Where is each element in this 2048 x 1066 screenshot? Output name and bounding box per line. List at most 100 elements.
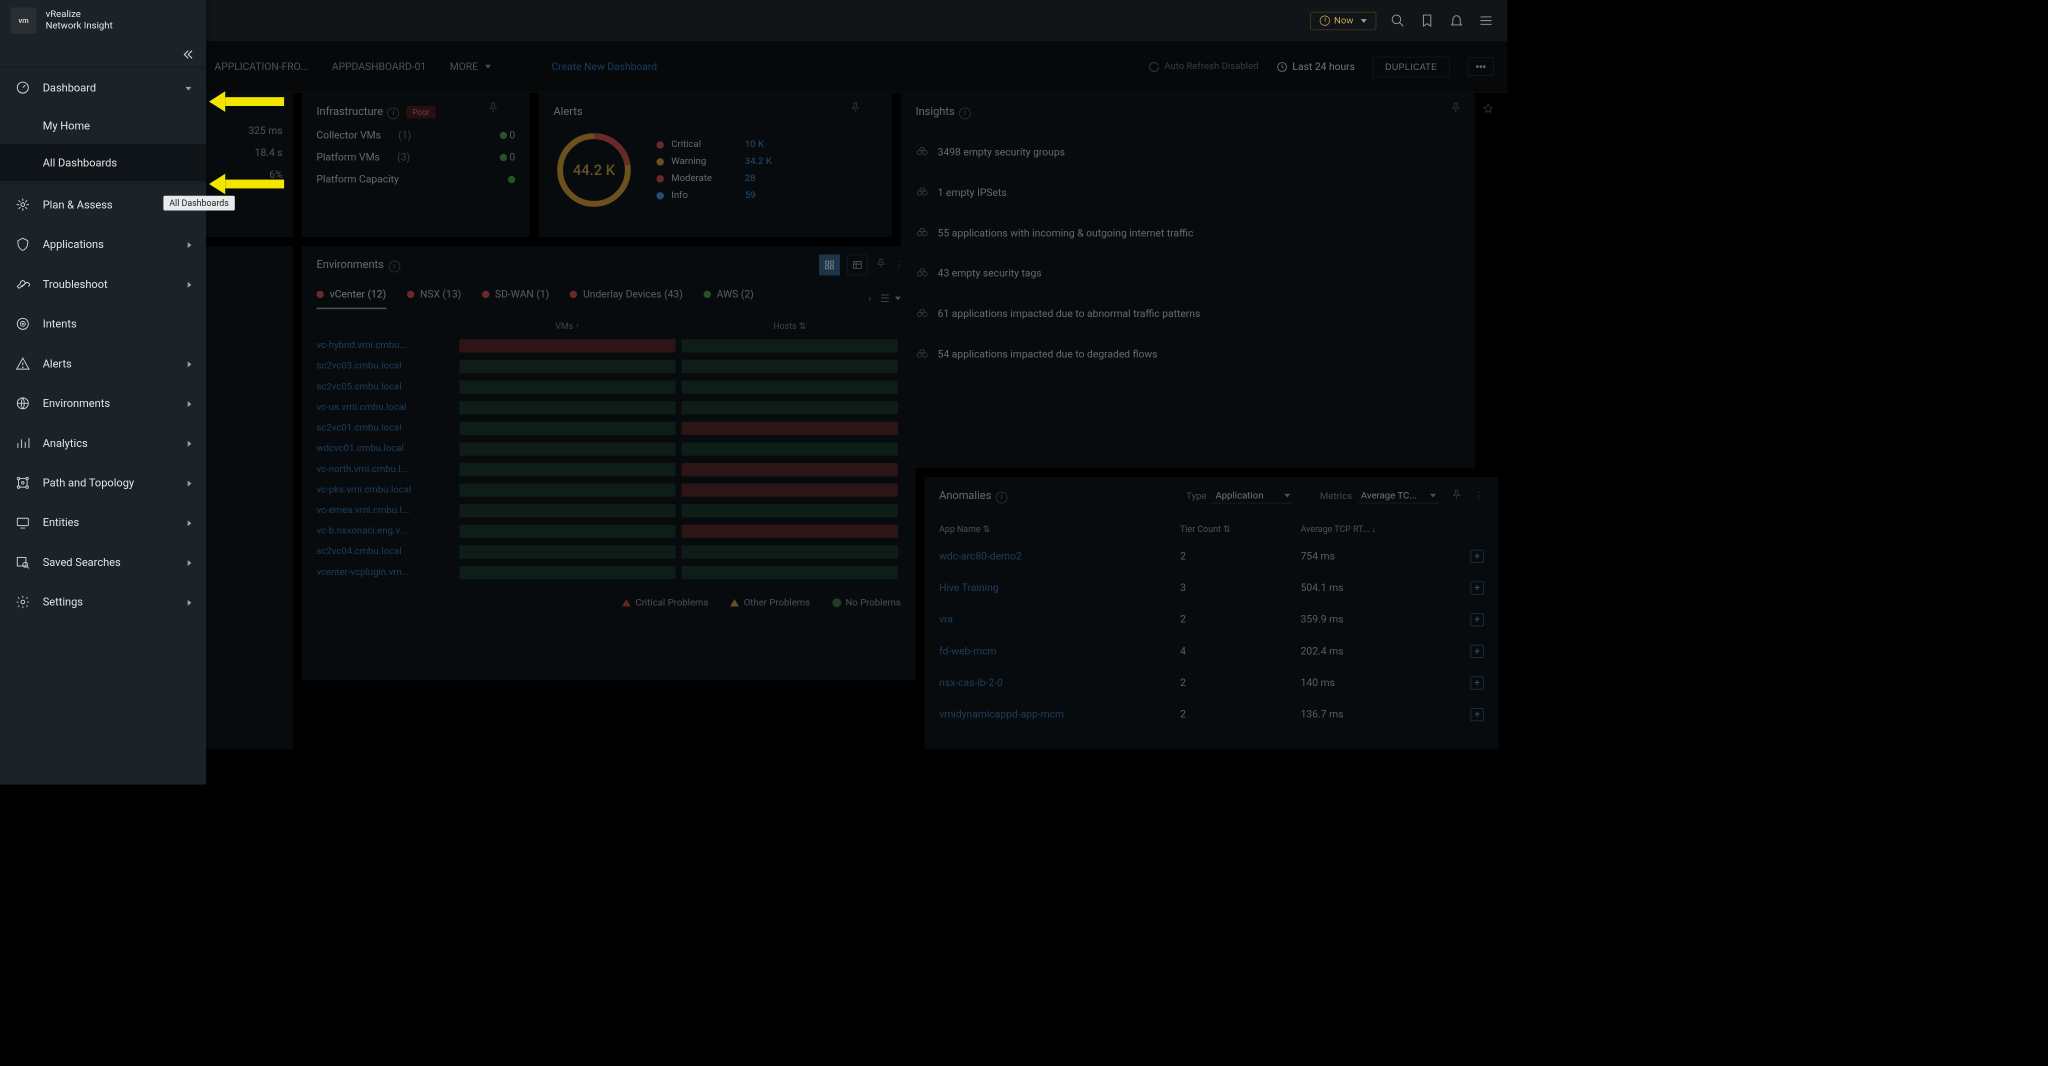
info-icon[interactable]: i [996, 491, 1008, 503]
env-name-link[interactable]: sc2vc03.cmbu.local [316, 361, 456, 372]
info-icon[interactable]: i [387, 107, 399, 119]
info-icon[interactable]: i [959, 107, 971, 119]
sidebar-item-label: Alerts [43, 357, 72, 370]
pin-icon[interactable] [849, 102, 861, 117]
chevron-down-icon [1358, 15, 1367, 26]
env-tab[interactable]: NSX (13) [407, 288, 461, 309]
app-name-link[interactable]: fd-web-mcm [939, 645, 1180, 657]
pin-icon[interactable] [1451, 489, 1463, 504]
env-name-link[interactable]: vc-hybrid.vrni.cmbu... [316, 340, 456, 351]
col-header[interactable]: VMs [555, 321, 573, 331]
env-name-link[interactable]: vc-emea.vrni.cmbu.l... [316, 505, 456, 516]
create-dashboard-link[interactable]: Create New Dashboard [552, 61, 658, 73]
env-tab[interactable]: SD-WAN (1) [482, 288, 549, 309]
env-name-link[interactable]: vcenter-vcplugin.vrn... [316, 567, 456, 578]
sidebar-item-label: All Dashboards [43, 156, 117, 169]
pin-icon[interactable] [875, 258, 887, 273]
env-name-link[interactable]: sc2vc01.cmbu.local [316, 422, 456, 433]
notifications-icon[interactable] [1448, 13, 1464, 29]
env-row: sc2vc05.cmbu.local [316, 376, 900, 397]
env-name-link[interactable]: vc-us.vrni.cmbu.local [316, 402, 456, 413]
expand-row-button[interactable]: + [1471, 581, 1484, 594]
insight-item[interactable]: 55 applications with incoming & outgoing… [916, 213, 1461, 253]
expand-row-button[interactable]: + [1471, 645, 1484, 658]
insight-item[interactable]: 43 empty security tags [916, 254, 1461, 294]
col-header[interactable]: Average TCP RT... [1301, 524, 1370, 534]
env-name-link[interactable]: sc2vc04.cmbu.local [316, 546, 456, 557]
env-tab[interactable]: AWS (2) [703, 288, 753, 309]
alerts-card: Alerts 44.2 K Critical10 K Warning34.2 K… [539, 93, 892, 237]
insight-item[interactable]: 54 applications impacted due to degraded… [916, 335, 1461, 375]
sidebar-item-settings[interactable]: Settings [0, 582, 206, 622]
avg-rtt: 359.9 ms [1301, 614, 1458, 626]
insight-item[interactable]: 61 applications impacted due to abnormal… [916, 294, 1461, 334]
binoculars-icon [916, 144, 929, 160]
insight-item[interactable]: 1 empty IPSets [916, 173, 1461, 213]
dashboard-tabs-bar: ...NETES DASH... SD-WAN APPLICATION-FRO.… [0, 41, 1507, 93]
sidebar-item-my-home[interactable]: My Home [0, 107, 206, 144]
expand-row-button[interactable]: + [1471, 676, 1484, 689]
info-icon[interactable]: i [388, 260, 400, 272]
tier-count: 2 [1180, 614, 1300, 626]
sidebar-item-applications[interactable]: Applications [0, 224, 206, 264]
expand-row-button[interactable]: + [1471, 550, 1484, 563]
col-header[interactable]: App Name [939, 524, 980, 534]
sidebar-item-alerts[interactable]: Alerts [0, 344, 206, 384]
sidebar-item-all-dashboards[interactable]: All Dashboards [0, 144, 206, 181]
time-now-pill[interactable]: Now [1310, 11, 1377, 29]
col-header[interactable]: Hosts [773, 321, 796, 331]
sidebar-item-path-and-topology[interactable]: Path and Topology [0, 463, 206, 503]
env-name-link[interactable]: vc-north.vrni.cmbu.l... [316, 464, 456, 475]
sidebar-item-analytics[interactable]: Analytics [0, 423, 206, 463]
env-name-link[interactable]: vc-b.nsxonaci.eng.v... [316, 526, 456, 537]
app-name-link[interactable]: wdc-arc80-demo2 [939, 551, 1180, 563]
pin-icon[interactable] [1450, 102, 1462, 117]
time-range-selector[interactable]: Last 24 hours [1276, 61, 1355, 73]
env-tab[interactable]: vCenter (12) [316, 288, 386, 309]
sidebar-item-saved-searches[interactable]: Saved Searches [0, 542, 206, 582]
chevron-right-icon[interactable]: › [868, 293, 871, 305]
expand-row-button[interactable]: + [1471, 613, 1484, 626]
pin-icon[interactable] [487, 102, 499, 117]
app-name-link[interactable]: nsx-cas-lb-2-0 [939, 677, 1180, 689]
env-name-link[interactable]: wdcvc01.cmbu.local [316, 443, 456, 454]
sidebar-item-troubleshoot[interactable]: Troubleshoot [0, 264, 206, 304]
tab-application[interactable]: APPLICATION-FRO... [214, 61, 308, 73]
view-grid-button[interactable] [819, 255, 840, 276]
type-select[interactable]: Application [1213, 489, 1294, 504]
metrics-select[interactable]: Average TC... [1358, 489, 1439, 504]
duplicate-button[interactable]: DUPLICATE [1373, 56, 1450, 77]
sidebar-item-intents[interactable]: Intents [0, 304, 206, 344]
card-menu-icon[interactable]: ⋮ [894, 259, 904, 270]
view-table-button[interactable] [847, 255, 868, 276]
tab-more[interactable]: MORE [450, 61, 492, 73]
col-header[interactable]: Tier Count [1180, 524, 1221, 534]
app-name-link[interactable]: vrnidynamicappd-app-mcm [939, 709, 1180, 721]
sidebar-item-dashboard[interactable]: Dashboard [0, 68, 206, 108]
insight-text: 3498 empty security groups [938, 146, 1065, 158]
search-icon[interactable] [1390, 13, 1406, 29]
tier-count: 4 [1180, 645, 1300, 657]
bookmark-icon[interactable] [1419, 13, 1435, 29]
env-name-link[interactable]: sc2vc05.cmbu.local [316, 381, 456, 392]
env-name-link[interactable]: vc-pks.vrni.cmbu.local [316, 484, 456, 495]
sidebar-item-environments[interactable]: Environments [0, 383, 206, 423]
top-bar: placeholder Now [0, 0, 1507, 41]
menu-icon[interactable] [1478, 13, 1494, 29]
sidebar-collapse-button[interactable] [0, 41, 206, 67]
list-icon[interactable]: ☰ [880, 293, 901, 305]
tab-appdashboard[interactable]: APPDASHBOARD-01 [332, 61, 426, 73]
sidebar-item-entities[interactable]: Entities [0, 503, 206, 543]
expand-row-button[interactable]: + [1471, 708, 1484, 721]
auto-refresh-status[interactable]: Auto Refresh Disabled [1148, 61, 1259, 73]
more-actions-button[interactable]: ••• [1468, 57, 1494, 75]
env-tab[interactable]: Underlay Devices (43) [570, 288, 683, 309]
card-title: Environmentsi [316, 258, 400, 271]
host-bar [682, 339, 898, 352]
insight-item[interactable]: 3498 empty security groups [916, 132, 1461, 172]
app-name-link[interactable]: vra [939, 614, 1180, 626]
pin-icon[interactable] [1482, 103, 1494, 118]
app-name-link[interactable]: Hive Training [939, 582, 1180, 594]
host-bar [682, 380, 898, 393]
card-menu-icon[interactable]: ⋮ [1474, 491, 1484, 502]
